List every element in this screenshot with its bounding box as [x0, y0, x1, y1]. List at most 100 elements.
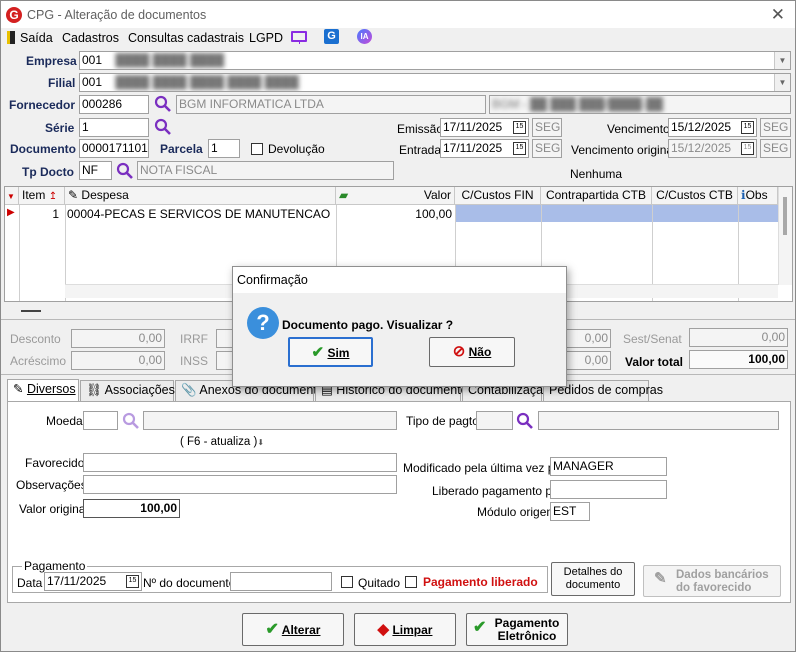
ndoc-input[interactable]	[230, 572, 332, 591]
col-item[interactable]: Item ↥	[19, 187, 65, 205]
search-icon[interactable]	[516, 412, 534, 430]
col-valor-label: Valor	[423, 188, 451, 202]
limpar-button[interactable]: ◆ Limpar	[354, 613, 456, 646]
favorecido-input[interactable]	[83, 453, 397, 472]
pagamento-liberado-checkbox[interactable]	[405, 576, 417, 588]
empresa-name: ████ ████ ████	[115, 53, 225, 67]
menu-saida[interactable]: Saída	[20, 31, 53, 45]
grid-vscrollbar[interactable]	[778, 187, 792, 285]
modulo-label: Módulo origem	[477, 505, 557, 519]
menu-cadastros[interactable]: Cadastros	[62, 31, 119, 45]
col-ccustos-fin[interactable]: C/Custos FIN	[455, 187, 541, 205]
pagamento-eletronico-button[interactable]: ✔ Pagamento Eletrônico	[466, 613, 568, 646]
moeda-input[interactable]	[83, 411, 118, 430]
detalhes-line-1: Detalhes do	[563, 566, 623, 578]
irrf-label: IRRF	[180, 332, 208, 346]
tpdocto-input[interactable]: NF	[79, 161, 112, 180]
emissao-label: Emissão	[397, 122, 444, 136]
close-icon[interactable]: ✕	[771, 5, 785, 25]
col-contrapartida-ctb[interactable]: Contrapartida CTB	[541, 187, 652, 205]
dados-bancarios-line-2: do favorecido	[676, 582, 752, 594]
fornecedor-name-field: BGM INFORMATICA LTDA	[176, 95, 486, 114]
search-icon[interactable]	[154, 118, 172, 136]
grid-splitter[interactable]	[21, 310, 41, 312]
parcela-input[interactable]: 1	[208, 139, 240, 158]
chevron-down-icon[interactable]: ▼	[774, 74, 790, 91]
search-icon[interactable]	[154, 95, 172, 113]
money-icon: ▰	[339, 188, 349, 202]
cell-item: 1	[52, 207, 59, 221]
table-row[interactable]: ▶ 1 00004-PECAS E SERVICOS DE MANUTENCAO…	[5, 205, 778, 222]
calendar-icon[interactable]: 15	[741, 121, 754, 134]
emissao-date-input[interactable]: 17/11/2025 15	[440, 118, 529, 137]
nao-button[interactable]: ⊘ Não	[429, 337, 515, 367]
tab-diversos-label: Diversos	[26, 382, 76, 396]
col-obs[interactable]: ℹObs	[738, 187, 778, 205]
alterar-button[interactable]: ✔ Alterar	[242, 613, 344, 646]
calendar-icon[interactable]: 15	[126, 575, 139, 588]
sestsenat-label: Sest/Senat	[623, 332, 682, 346]
calendar-icon[interactable]: 15	[513, 121, 526, 134]
vencimento-date-input[interactable]: 15/12/2025 15	[668, 118, 757, 137]
link-icon: ⛓	[86, 383, 102, 397]
chevron-down-icon[interactable]: ▼	[774, 52, 790, 69]
edit-icon: ✎	[654, 570, 667, 587]
filial-label: Filial	[48, 76, 76, 90]
filial-select[interactable]: 001 ████ ████ ████ ████ ████ ▼	[79, 73, 791, 92]
col-valor[interactable]: ▰ Valor	[336, 187, 455, 205]
venc-original-value: 15/12/2025	[671, 141, 732, 155]
entrada-date-input[interactable]: 17/11/2025 15	[440, 139, 529, 158]
valororiginal-field[interactable]: 100,00	[83, 499, 180, 518]
entrada-label: Entrada	[399, 143, 442, 157]
search-icon[interactable]	[116, 162, 134, 180]
sim-button[interactable]: ✔ Sim	[288, 337, 373, 367]
app-logo-icon: G	[6, 7, 22, 23]
documento-label: Documento	[10, 142, 76, 156]
calendar-icon[interactable]: 15	[513, 142, 526, 155]
dados-bancarios-button[interactable]: ✎ Dados bancários do favorecido	[643, 565, 781, 597]
acrescimo-field: 0,00	[71, 351, 165, 370]
empresa-select[interactable]: 001 ████ ████ ████ ▼	[79, 51, 791, 70]
col-despesa[interactable]: ✎ Despesa	[65, 187, 336, 205]
quitado-checkbox[interactable]	[341, 576, 353, 588]
tab-diversos[interactable]: ✎ Diversos	[7, 379, 79, 402]
no-entry-icon: ⊘	[452, 343, 466, 360]
grid-row-indicator-header: ▼	[5, 187, 19, 205]
detalhes-documento-button[interactable]: Detalhes do documento	[551, 562, 635, 596]
tab-associacoes[interactable]: ⛓ Associações	[80, 380, 175, 401]
filial-code: 001	[82, 75, 103, 89]
dialog-title: Confirmação	[233, 267, 566, 293]
documento-input[interactable]: 0000171101	[79, 139, 149, 158]
monitor-icon[interactable]	[291, 31, 307, 42]
desconto-field: 0,00	[71, 329, 165, 348]
tipopagto-input[interactable]	[476, 411, 513, 430]
retention-field-2: 0,00	[561, 351, 611, 370]
cell-despesa: 00004-PECAS E SERVICOS DE MANUTENCAO	[67, 207, 331, 221]
main-window: G CPG - Alteração de documentos ✕ Saída …	[0, 0, 796, 652]
serie-input[interactable]: 1	[79, 118, 149, 137]
dialog-message: Documento pago. Visualizar ?	[282, 318, 454, 332]
vencimento-value: 15/12/2025	[671, 120, 732, 134]
vencimento-day: SEG	[760, 118, 791, 137]
tag-icon: ✎	[68, 188, 79, 202]
search-icon[interactable]	[122, 412, 140, 430]
valortotal-label: Valor total	[625, 355, 684, 369]
pagamento-data-input[interactable]: 17/11/2025 15	[44, 572, 142, 591]
pagamento-data-label: Data	[17, 576, 43, 590]
check-icon: ✔	[473, 619, 487, 636]
col-ccustos-ctb[interactable]: C/Custos CTB	[652, 187, 738, 205]
quitado-label: Quitado	[358, 576, 401, 590]
g-app-icon[interactable]: G	[324, 29, 339, 44]
diversos-panel: Moeda ( F6 - atualiza )⬇ Tipo de pagto F…	[7, 401, 791, 603]
calendar-icon: 15	[741, 142, 754, 155]
menu-lgpd[interactable]: LGPD	[249, 31, 283, 45]
observacoes-input[interactable]	[83, 475, 397, 494]
ia-icon[interactable]: IA	[357, 29, 372, 44]
eraser-icon: ◆	[377, 621, 390, 638]
fornecedor-code-input[interactable]: 000286	[79, 95, 149, 114]
fornecedor-doc: BGM - ██ ███ ███/████-██	[492, 97, 664, 111]
devolucao-checkbox[interactable]	[251, 143, 263, 155]
fornecedor-doc-field: BGM - ██ ███ ███/████-██	[489, 95, 791, 114]
pagamento-liberado-label: Pagamento liberado	[423, 575, 538, 589]
menu-consultas-cadastrais[interactable]: Consultas cadastrais	[128, 31, 244, 45]
